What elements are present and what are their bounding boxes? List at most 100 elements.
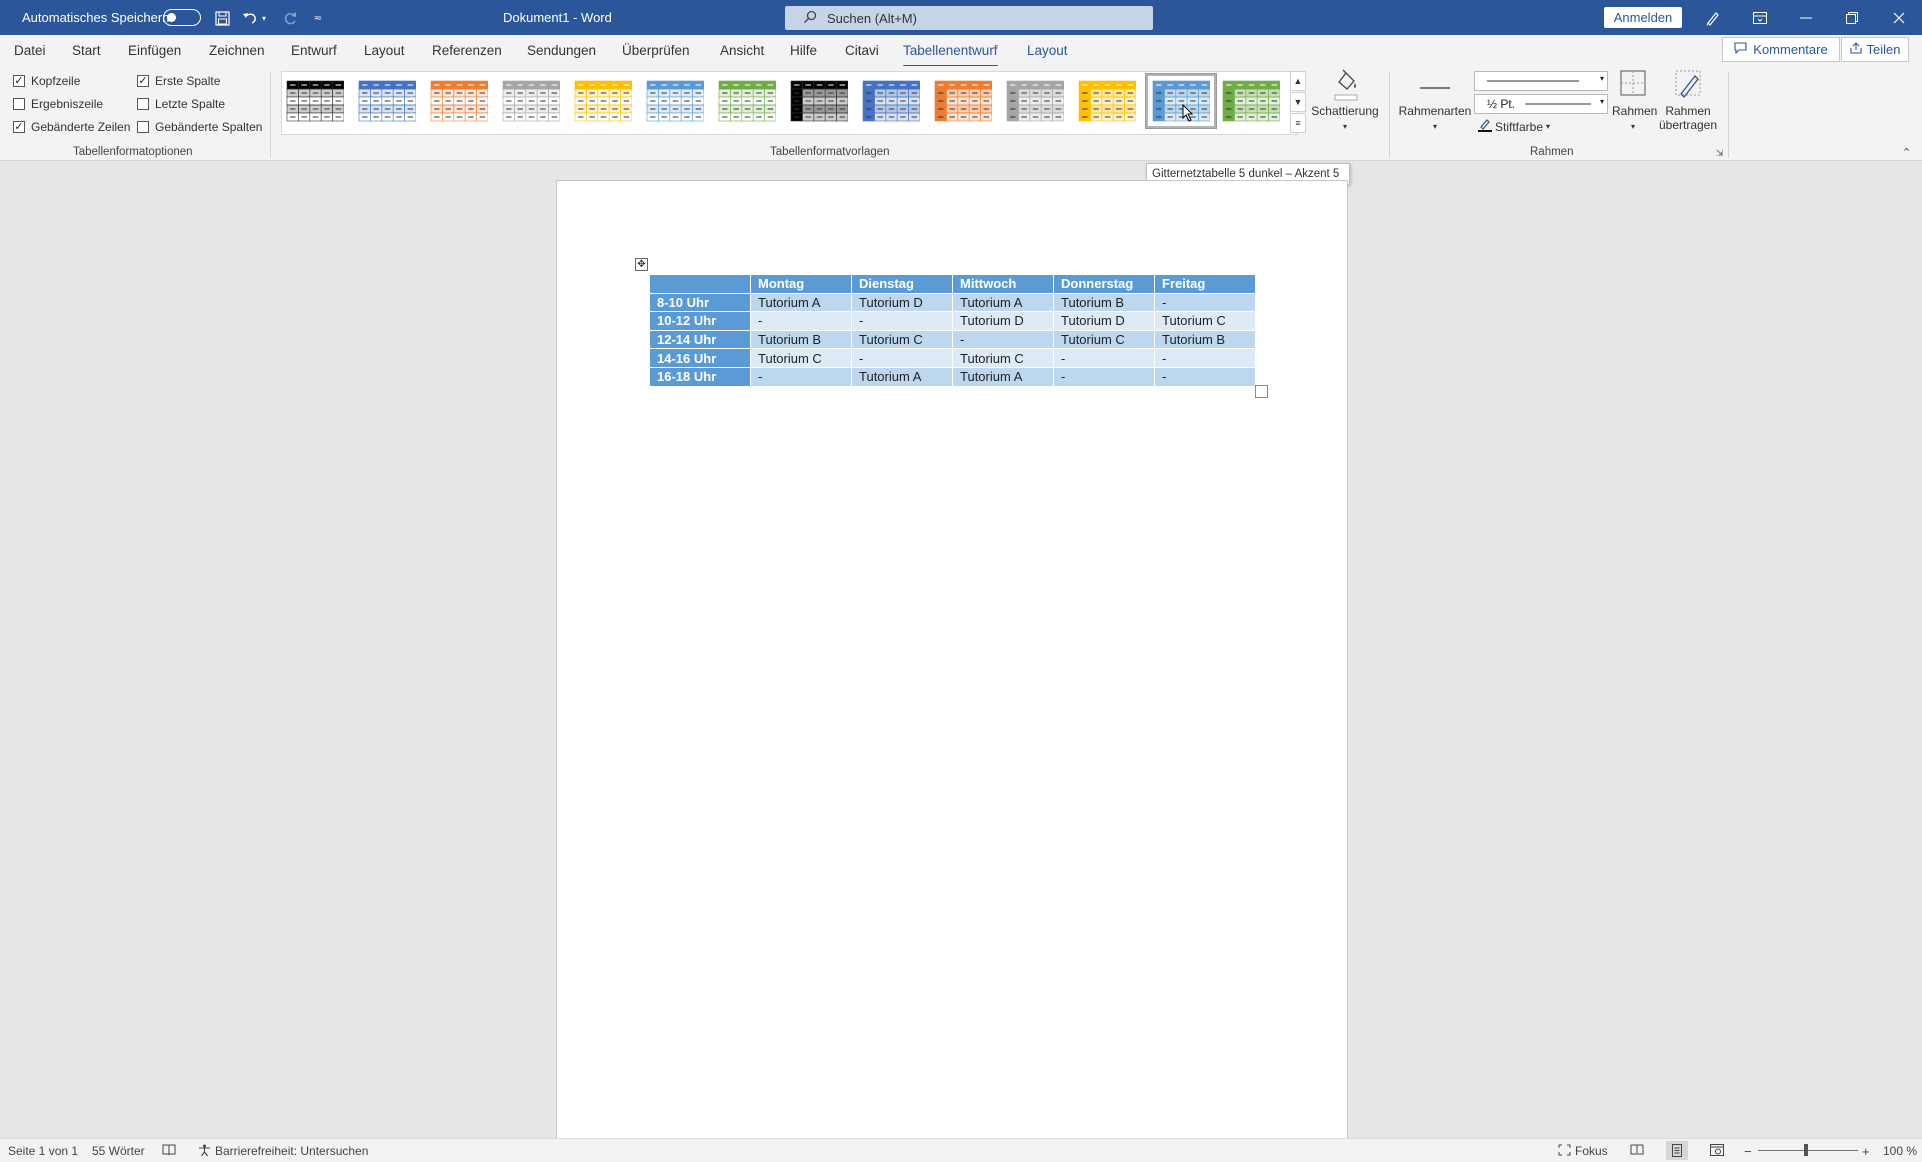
table-cell[interactable]: - [851,311,953,331]
customize-qat-icon[interactable]: ≂ [308,8,328,28]
tab-einfuegen[interactable]: Einfügen [128,43,181,58]
share-button[interactable]: Teilen [1841,37,1909,62]
tab-table-layout[interactable]: Layout [1027,43,1068,58]
checkbox-gebaenderte-zeilen-box[interactable]: ✓ [13,121,25,133]
table-cell[interactable]: - [750,366,852,387]
table-style-thumbnail[interactable] [934,79,993,124]
pen-icon[interactable] [1690,0,1736,35]
accessibility-checker[interactable]: Barrierefreiheit: Untersuchen [198,1144,368,1160]
table-row-header-cell[interactable]: 14-16 Uhr [649,348,751,368]
table-style-thumbnail[interactable] [790,79,849,124]
minimize-icon[interactable] [1783,0,1829,35]
table-style-thumbnail[interactable] [502,79,561,124]
table-header-cell[interactable]: Freitag [1154,274,1256,294]
border-styles-button[interactable]: Rahmenarten ▾ [1398,68,1472,132]
tab-datei[interactable]: Datei [14,43,46,58]
tab-entwurf[interactable]: Entwurf [291,43,337,58]
tab-referenzen[interactable]: Referenzen [432,43,502,58]
table-cell[interactable]: Tutorium C [750,348,852,368]
page-count[interactable]: Seite 1 von 1 [8,1144,78,1158]
table-cell[interactable]: Tutorium C [952,348,1054,368]
signin-button[interactable]: Anmelden [1604,7,1682,28]
table-header-cell[interactable]: Donnerstag [1053,274,1155,294]
checkbox-ergebniszeile[interactable]: Ergebniszeile [13,97,103,111]
print-layout-icon[interactable] [1666,1141,1688,1160]
table-style-thumbnail[interactable] [718,79,777,124]
table-cell[interactable]: - [750,311,852,331]
zoom-out-icon[interactable]: − [1744,1144,1752,1159]
table-style-thumbnail[interactable] [574,79,633,124]
tab-ansicht[interactable]: Ansicht [720,43,764,58]
table-cell[interactable]: Tutorium C [1053,329,1155,350]
undo-dropdown-icon[interactable]: ▾ [258,8,270,28]
checkbox-letzte-spalte[interactable]: Letzte Spalte [137,97,225,111]
focus-mode-button[interactable]: Fokus [1558,1144,1608,1159]
pen-color-button[interactable]: Stiftfarbe ▾ [1478,118,1550,135]
tab-start[interactable]: Start [72,43,101,58]
checkbox-gebaenderte-zeilen[interactable]: ✓ Gebänderte Zeilen [13,120,130,134]
table-style-thumbnail[interactable] [286,79,345,124]
table-cell[interactable]: Tutorium D [952,311,1054,331]
table-move-handle-icon[interactable]: ✥ [635,258,648,271]
shading-button[interactable]: Schattierung ▾ [1310,68,1380,132]
checkbox-erste-spalte-box[interactable]: ✓ [137,75,149,87]
collapse-ribbon-icon[interactable]: ⌃ [1902,146,1911,159]
tab-ueberpruefen[interactable]: Überprüfen [622,43,690,58]
table-cell[interactable]: - [1053,348,1155,368]
zoom-level[interactable]: 100 % [1883,1144,1917,1158]
gallery-scroll-up-icon[interactable]: ▲ [1290,71,1306,91]
table-cell[interactable]: - [1053,366,1155,387]
table-cell[interactable]: Tutorium A [851,366,953,387]
ribbon-display-icon[interactable] [1737,0,1783,35]
table-style-thumbnail[interactable] [1078,79,1137,124]
table-cell[interactable]: Tutorium A [952,366,1054,387]
web-layout-icon[interactable] [1710,1144,1724,1159]
table-cell[interactable]: Tutorium C [851,329,953,350]
checkbox-gebaenderte-spalten-box[interactable] [137,121,149,133]
redo-icon[interactable] [280,8,300,28]
zoom-slider-thumb[interactable] [1804,1144,1808,1156]
read-mode-icon[interactable] [1630,1144,1644,1159]
autosave-toggle[interactable] [163,9,201,26]
proofing-icon[interactable] [162,1144,176,1159]
table-style-thumbnail[interactable] [430,79,489,124]
table-cell[interactable]: - [1154,366,1256,387]
checkbox-kopfzeile[interactable]: ✓ Kopfzeile [13,74,80,88]
checkbox-ergebniszeile-box[interactable] [13,98,25,110]
tab-layout[interactable]: Layout [364,43,405,58]
checkbox-erste-spalte[interactable]: ✓ Erste Spalte [137,74,220,88]
table-row-header-cell[interactable]: 10-12 Uhr [649,311,751,331]
close-icon[interactable] [1876,0,1922,35]
tab-zeichnen[interactable]: Zeichnen [209,43,265,58]
table-style-thumbnail[interactable] [646,79,705,124]
gallery-more-icon[interactable]: ≡ [1290,113,1306,133]
table-header-cell[interactable]: Dienstag [851,274,953,294]
zoom-in-icon[interactable]: + [1862,1144,1870,1159]
gallery-scroll-down-icon[interactable]: ▼ [1290,92,1306,112]
table-style-thumbnail[interactable] [358,79,417,124]
line-style-dropdown[interactable]: ▾ [1474,71,1608,91]
borders-button[interactable]: Rahmen ▾ [1612,68,1657,132]
dialog-launcher-icon[interactable]: ⇲ [1716,148,1724,159]
table-cell[interactable]: Tutorium B [750,329,852,350]
checkbox-gebaenderte-spalten[interactable]: Gebänderte Spalten [137,120,262,134]
table-style-thumbnail[interactable] [1222,79,1281,124]
table-row-header-cell[interactable]: 8-10 Uhr [649,292,751,313]
checkbox-kopfzeile-box[interactable]: ✓ [13,75,25,87]
table-style-thumbnail[interactable] [1145,73,1217,129]
zoom-slider-track[interactable] [1758,1150,1858,1151]
tab-sendungen[interactable]: Sendungen [527,43,596,58]
word-count[interactable]: 55 Wörter [92,1144,145,1158]
table-row-header-cell[interactable]: 12-14 Uhr [649,329,751,350]
tab-tabellenentwurf[interactable]: Tabellenentwurf [903,43,998,68]
table-cell[interactable]: Tutorium D [1053,311,1155,331]
table-cell[interactable]: Tutorium C [1154,311,1256,331]
table-style-thumbnail[interactable] [1006,79,1065,124]
comments-button[interactable]: Kommentare [1722,37,1840,62]
undo-icon[interactable] [240,8,260,28]
table-header-cell[interactable] [649,274,751,294]
schedule-table[interactable]: Montag Dienstag Mittwoch Donnerstag Frei… [649,274,1256,387]
table-cell[interactable]: Tutorium D [851,292,953,313]
table-cell[interactable]: Tutorium B [1053,292,1155,313]
line-weight-dropdown[interactable]: ½ Pt. ▾ [1474,94,1608,114]
